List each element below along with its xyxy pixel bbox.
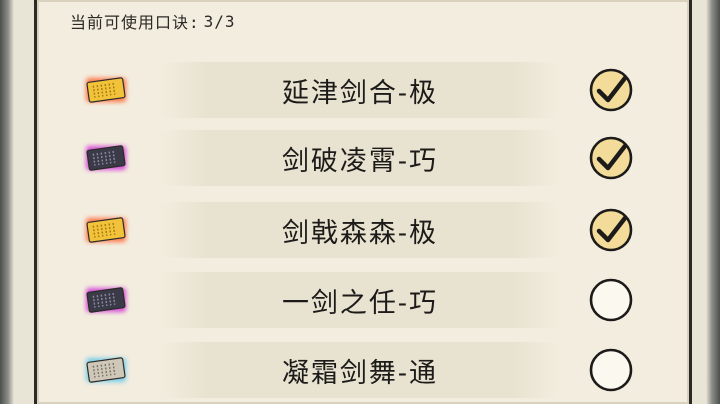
skill-name: 凝霜剑舞-通 <box>281 357 439 389</box>
scroll-book-icon <box>86 145 126 171</box>
usage-value: 3/3 <box>203 11 236 31</box>
skill-name: 延津剑合-极 <box>281 77 439 109</box>
skill-row[interactable]: 凝霜剑舞-通 <box>70 342 650 402</box>
skill-row[interactable]: 一剑之任-巧 <box>70 272 650 332</box>
checkmark-circle-icon[interactable] <box>588 67 634 113</box>
empty-circle-icon[interactable] <box>588 347 634 393</box>
skill-row[interactable]: 剑戟森森-极 <box>70 202 650 262</box>
scroll-book-icon <box>86 357 126 383</box>
scroll-book-icon <box>86 287 126 313</box>
scroll-book-icon <box>86 217 126 243</box>
skill-row[interactable]: 剑破凌霄-巧 <box>70 130 650 190</box>
skill-name: 一剑之任-巧 <box>281 287 439 319</box>
usage-counter: 当前可使用口诀: 3/3 <box>70 8 236 34</box>
checkmark-circle-icon[interactable] <box>588 135 634 181</box>
skill-row[interactable]: 延津剑合-极 <box>70 62 650 122</box>
checkmark-circle-icon[interactable] <box>588 207 634 253</box>
empty-circle-icon[interactable] <box>588 277 634 323</box>
skill-name: 剑破凌霄-巧 <box>281 145 439 177</box>
usage-label: 当前可使用口诀: <box>70 13 200 32</box>
scroll-book-icon <box>86 77 126 103</box>
skill-name: 剑戟森森-极 <box>281 217 439 249</box>
